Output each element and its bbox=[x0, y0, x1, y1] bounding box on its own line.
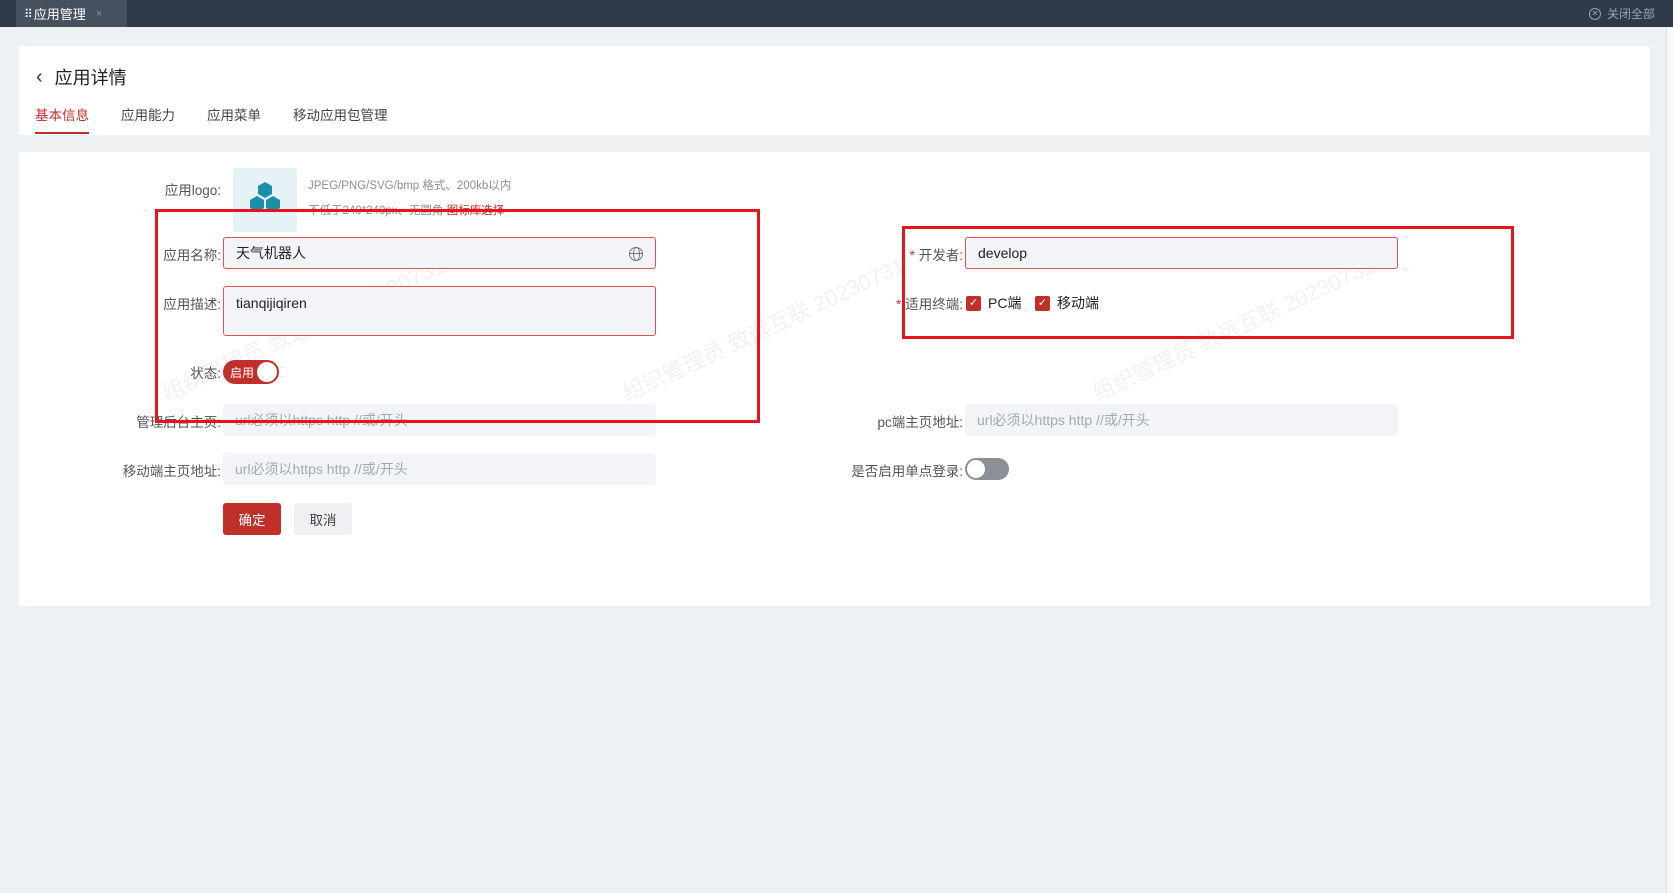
toggle-knob bbox=[967, 460, 985, 478]
admin-home-input[interactable]: url必须以https http //或/开头 bbox=[223, 404, 656, 436]
required-mark: * bbox=[895, 297, 902, 312]
terminals-label: * 适用终端: bbox=[895, 297, 963, 312]
app-name-label: 应用名称: bbox=[163, 248, 221, 263]
grid-icon: ⠿ bbox=[24, 6, 33, 21]
top-tab-app-management[interactable]: ⠿ 应用管理 × bbox=[16, 0, 127, 27]
sso-toggle[interactable] bbox=[965, 458, 1009, 480]
app-desc-textarea[interactable]: tianqijiqiren bbox=[223, 286, 656, 336]
toggle-knob bbox=[257, 362, 277, 382]
terminal-mobile-label: 移动端 bbox=[1057, 295, 1099, 311]
developer-value: develop bbox=[978, 245, 1028, 261]
status-label: 状态: bbox=[190, 366, 221, 381]
app-desc-label: 应用描述: bbox=[163, 297, 221, 312]
mobile-home-label: 移动端主页地址: bbox=[122, 464, 221, 479]
close-circle-icon: ✕ bbox=[1588, 7, 1601, 20]
tab-bar: 基本信息 应用能力 应用菜单 移动应用包管理 bbox=[35, 104, 420, 134]
tab-app-menu[interactable]: 应用菜单 bbox=[207, 104, 261, 134]
logo-label: 应用logo: bbox=[164, 183, 221, 198]
app-name-input[interactable]: 天气机器人 bbox=[223, 237, 656, 269]
developer-label: * 开发者: bbox=[909, 248, 963, 263]
terminal-mobile-checkbox[interactable]: ✓ 移动端 bbox=[1035, 293, 1099, 313]
app-desc-value: tianqijiqiren bbox=[236, 295, 307, 311]
sso-label: 是否启用单点登录: bbox=[851, 464, 963, 479]
close-all-button[interactable]: ✕ 关闭全部 bbox=[1588, 0, 1655, 27]
terminal-pc-label: PC端 bbox=[988, 295, 1022, 311]
chevron-left-icon[interactable]: ‹ bbox=[36, 67, 43, 87]
check-icon: ✓ bbox=[1035, 295, 1050, 311]
app-name-value: 天气机器人 bbox=[236, 245, 306, 261]
logo-upload[interactable] bbox=[233, 168, 297, 232]
terminal-pc-checkbox[interactable]: ✓ PC端 bbox=[966, 293, 1021, 313]
icon-library-link[interactable]: 图标库选择 bbox=[447, 205, 505, 217]
cancel-button[interactable]: 取消 bbox=[294, 503, 352, 535]
tab-basic-info[interactable]: 基本信息 bbox=[35, 104, 89, 134]
developer-input[interactable]: develop bbox=[965, 237, 1398, 269]
tab-close-icon[interactable]: × bbox=[96, 8, 102, 20]
confirm-button[interactable]: 确定 bbox=[223, 503, 281, 535]
mobile-home-input[interactable]: url必须以https http //或/开头 bbox=[223, 453, 656, 485]
pc-home-input[interactable]: url必须以https http //或/开头 bbox=[965, 404, 1398, 436]
status-toggle-text: 启用 bbox=[230, 365, 255, 380]
globe-icon[interactable] bbox=[629, 247, 643, 261]
status-toggle[interactable]: 启用 bbox=[223, 360, 279, 384]
basic-info-form: 组织管理员 致远互联 20230731 组织管理员 致远互联 20230731 … bbox=[19, 152, 1650, 606]
watermark: 组织管理员 致远互联 20230731 bbox=[618, 252, 909, 406]
tab-app-capability[interactable]: 应用能力 bbox=[121, 104, 175, 134]
logo-hint-format: JPEG/PNG/SVG/bmp 格式、200kb以内 bbox=[308, 180, 512, 192]
logo-hint-size: 不低于240*240px、无圆角 bbox=[308, 205, 444, 217]
page-title: 应用详情 bbox=[54, 68, 127, 88]
pc-home-label: pc端主页地址: bbox=[877, 415, 963, 430]
top-tab-label: 应用管理 bbox=[33, 7, 86, 22]
top-tab-bar: ⠿ 应用管理 × ✕ 关闭全部 bbox=[0, 0, 1673, 27]
required-mark: * bbox=[909, 248, 915, 263]
watermark: 组织管理员 致远互联 20230731 bbox=[1088, 252, 1379, 406]
check-icon: ✓ bbox=[966, 295, 981, 311]
scrollbar[interactable] bbox=[1666, 27, 1673, 893]
page-header: ‹ 应用详情 基本信息 应用能力 应用菜单 移动应用包管理 bbox=[19, 46, 1650, 135]
close-all-label: 关闭全部 bbox=[1606, 7, 1655, 21]
hexagon-cluster-icon bbox=[250, 182, 280, 212]
admin-home-label: 管理后台主页: bbox=[136, 415, 221, 430]
tab-mobile-package[interactable]: 移动应用包管理 bbox=[293, 104, 388, 134]
